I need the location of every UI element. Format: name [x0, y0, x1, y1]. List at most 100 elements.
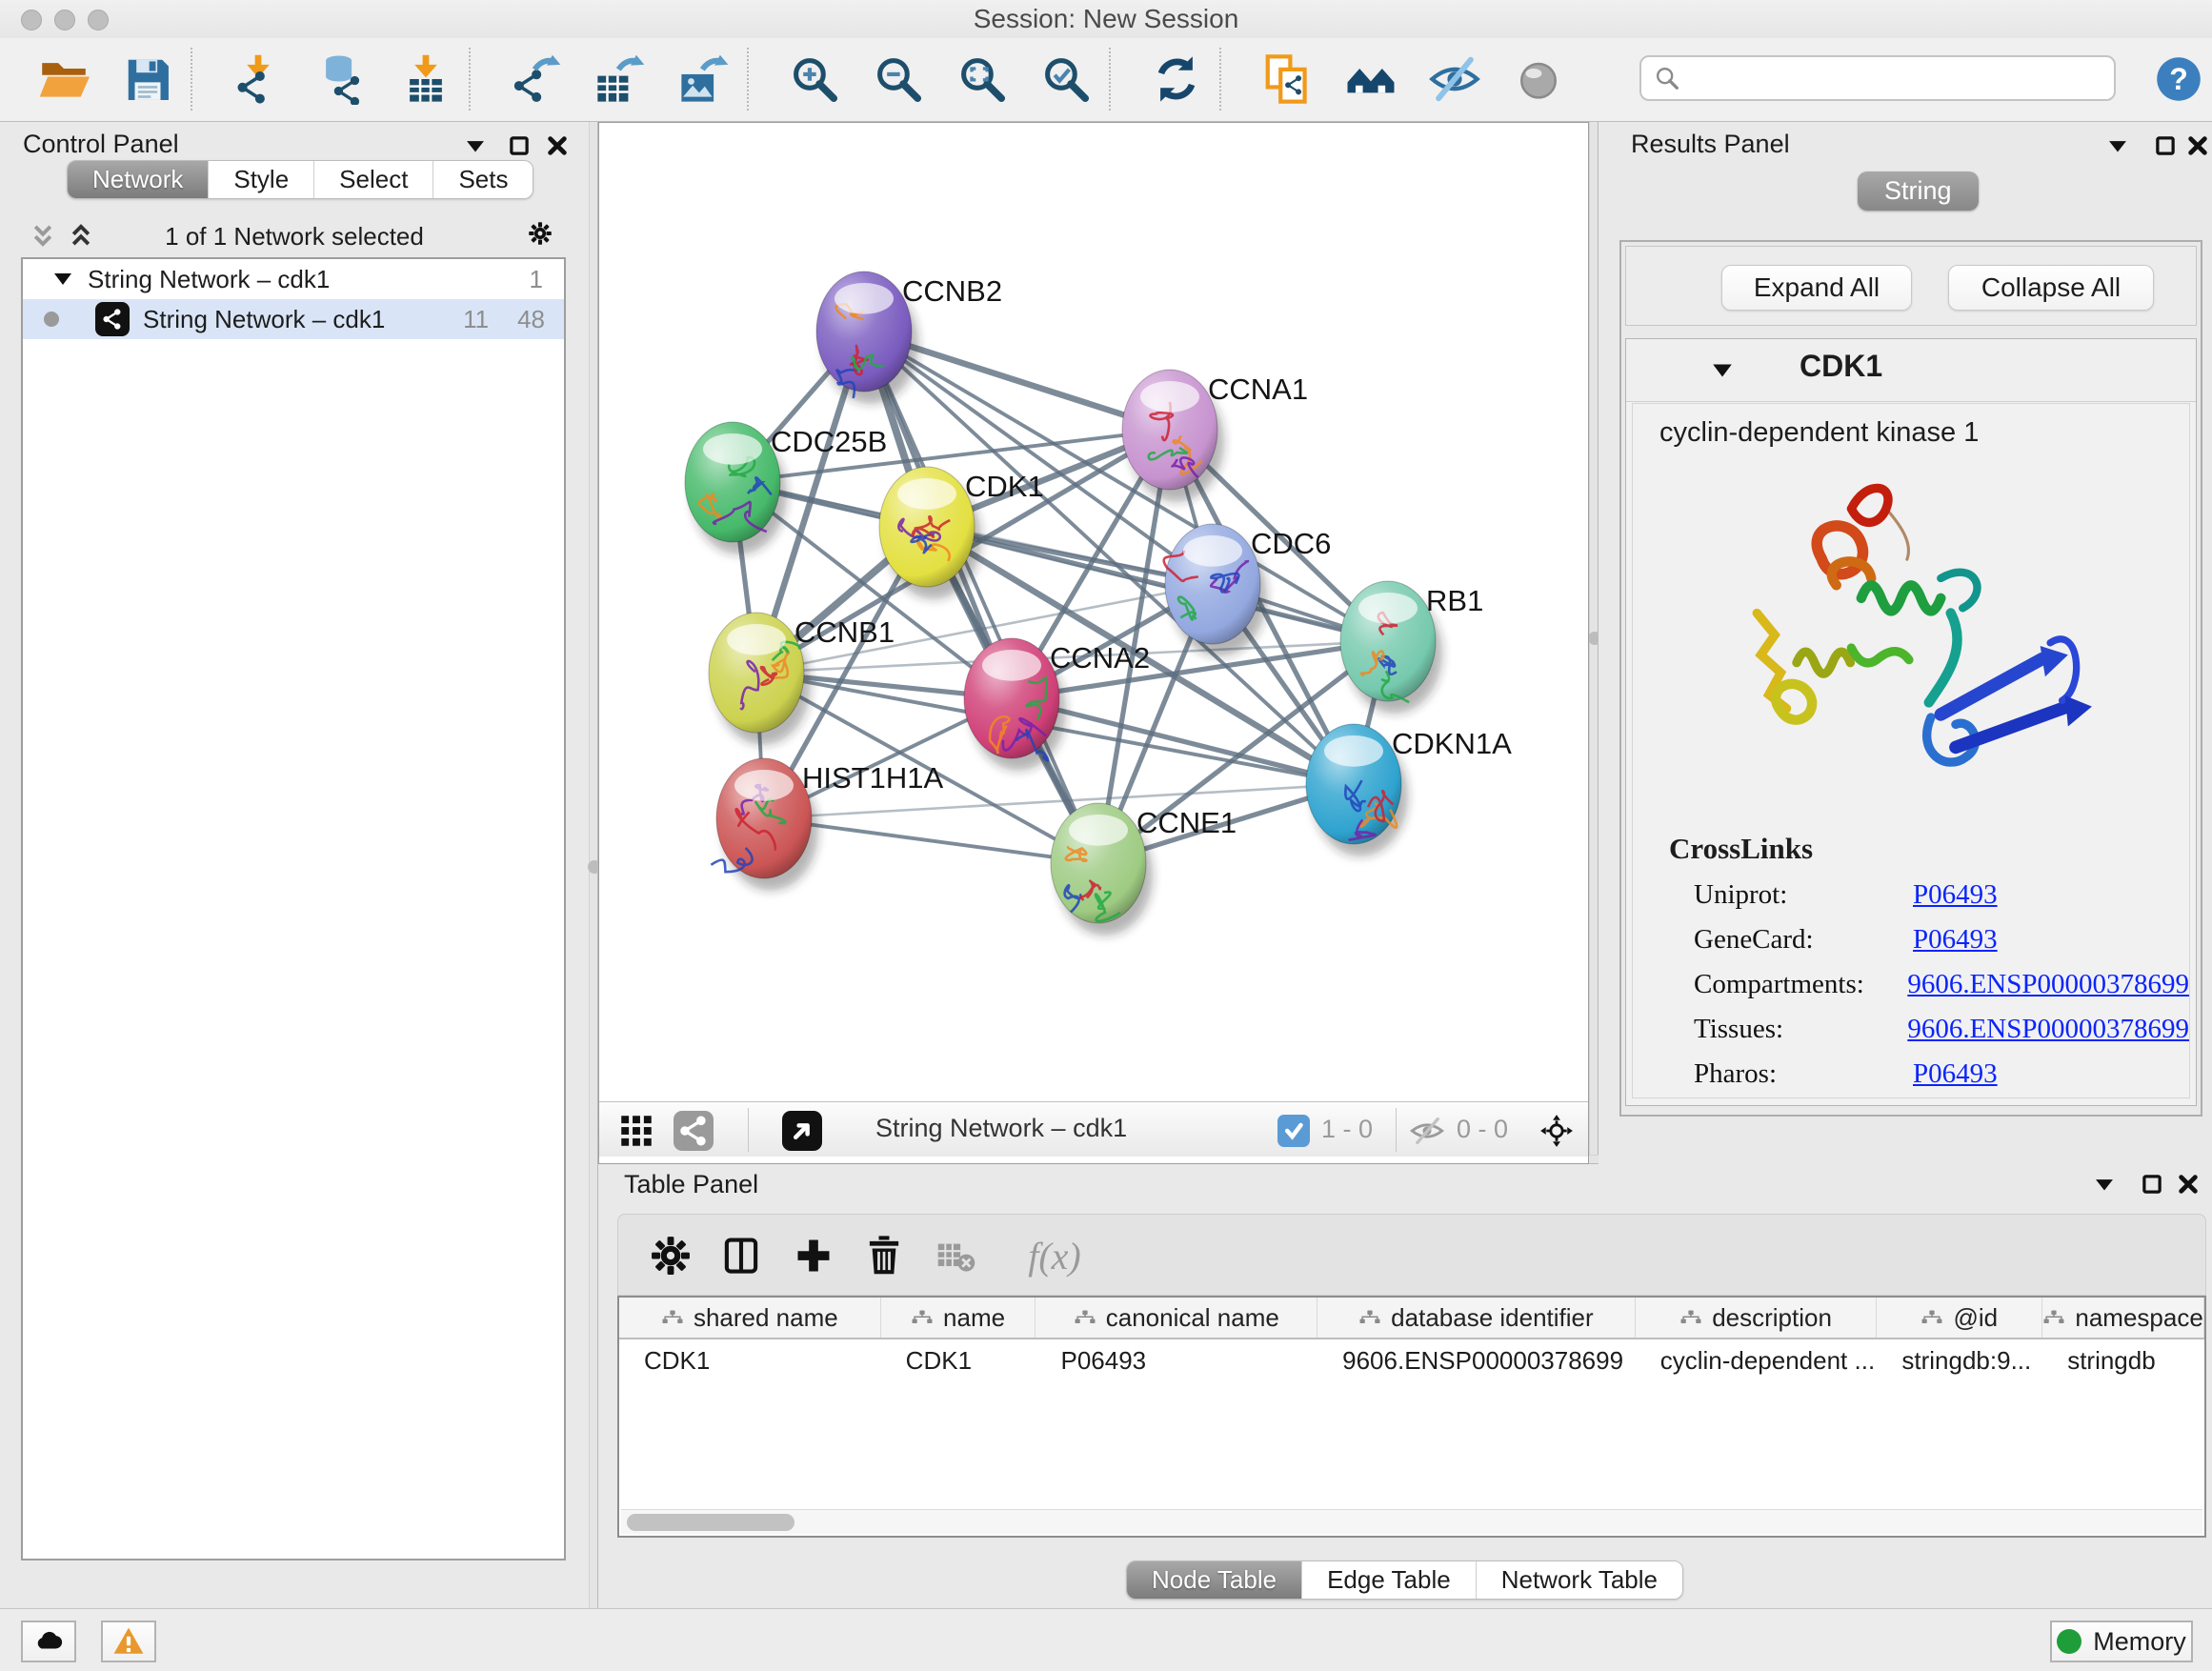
share-view-icon[interactable] — [674, 1111, 714, 1151]
crosslink-link[interactable]: P06493 — [1913, 879, 1998, 911]
network-collection-row[interactable]: String Network – cdk1 1 — [23, 259, 564, 299]
column-header-sharedname[interactable]: shared name — [619, 1298, 881, 1338]
node-label-CCNE1: CCNE1 — [1136, 806, 1237, 839]
export-table-icon[interactable] — [593, 51, 648, 107]
tab-string[interactable]: String — [1858, 171, 1979, 211]
search-input[interactable] — [1681, 59, 2114, 97]
first-neighbors-icon[interactable] — [1343, 51, 1398, 107]
fit-selected-crosshair-icon[interactable] — [1537, 1111, 1577, 1151]
delete-table-icon[interactable] — [933, 1232, 980, 1279]
collapse-table-icon[interactable] — [2088, 1168, 2121, 1200]
crosslink-row: Tissues:9606.ENSP00000378699 — [1694, 1014, 2189, 1045]
network-node-CCNB2[interactable]: CCNB2 — [816, 272, 1002, 404]
function-builder-icon[interactable]: f(x) — [1007, 1232, 1102, 1279]
crosslink-link[interactable]: P06493 — [1913, 924, 1998, 956]
help-icon[interactable]: ? — [2151, 51, 2206, 107]
network-options-gear-icon[interactable] — [524, 217, 556, 250]
crosslink-row: Pharos:P06493 — [1694, 1058, 2189, 1090]
export-image-icon[interactable] — [676, 51, 732, 107]
zoom-out-icon[interactable] — [871, 51, 926, 107]
expand-all-button[interactable]: Expand All — [1721, 265, 1912, 311]
float-results-icon[interactable] — [2149, 130, 2182, 162]
column-header-databaseidentifier[interactable]: database identifier — [1317, 1298, 1636, 1338]
network-node-CDC6[interactable]: CDC6 — [1164, 524, 1332, 656]
search-icon — [1653, 64, 1681, 92]
network-node-CCNE1[interactable]: CCNE1 — [1051, 803, 1237, 936]
show-all-icon[interactable] — [1511, 51, 1566, 107]
table-cell: CDK1 — [881, 1339, 1036, 1381]
delete-column-icon[interactable] — [860, 1232, 908, 1279]
network-row[interactable]: String Network – cdk1 11 48 — [23, 299, 564, 339]
tab-select[interactable]: Select — [314, 161, 433, 198]
new-network-from-selection-icon[interactable] — [1259, 51, 1315, 107]
column-header-id[interactable]: @id — [1877, 1298, 2042, 1338]
network-node-HIST1H1A[interactable]: HIST1H1A — [711, 758, 943, 891]
tab-node-table[interactable]: Node Table — [1127, 1561, 1302, 1599]
selected-nodes-checkbox[interactable] — [1277, 1115, 1310, 1147]
refresh-network-icon[interactable] — [1149, 51, 1204, 107]
table-options-gear-icon[interactable] — [647, 1232, 694, 1279]
crosslink-link[interactable]: P06493 — [1913, 1058, 1998, 1090]
warnings-button[interactable] — [101, 1621, 156, 1662]
entry-collapse-icon[interactable] — [1710, 358, 1735, 383]
column-header-name[interactable]: name — [881, 1298, 1036, 1338]
column-header-canonicalname[interactable]: canonical name — [1036, 1298, 1317, 1338]
import-network-file-icon[interactable] — [231, 51, 286, 107]
open-session-icon[interactable] — [36, 51, 91, 107]
column-header-label: database identifier — [1391, 1303, 1593, 1333]
hide-selected-icon[interactable] — [1427, 51, 1482, 107]
close-results-icon[interactable] — [2182, 130, 2212, 162]
birdseye-view-icon[interactable] — [782, 1111, 822, 1151]
crosslink-row: GeneCard:P06493 — [1694, 924, 2189, 956]
collection-expand-icon[interactable] — [51, 268, 74, 291]
network-view[interactable]: CCNB2CCNA1CDC25BCDK1CDC6RB1CCNB1CCNA2CDK… — [598, 122, 1589, 1164]
table-row[interactable]: CDK1CDK1P064939606.ENSP00000378699cyclin… — [619, 1339, 2204, 1381]
crosslink-link[interactable]: 9606.ENSP00000378699 — [1907, 969, 2189, 1000]
table-horizontal-scrollbar[interactable] — [621, 1509, 2202, 1534]
collapse-panel-icon[interactable] — [459, 130, 492, 162]
cloud-services-button[interactable] — [21, 1621, 76, 1662]
network-canvas[interactable]: CCNB2CCNA1CDC25BCDK1CDC6RB1CCNB1CCNA2CDK… — [599, 123, 1588, 1100]
entry-header[interactable]: CDK1 — [1626, 339, 2196, 402]
tab-network[interactable]: Network — [68, 161, 209, 198]
node-label-CCNA1: CCNA1 — [1208, 372, 1308, 406]
tab-network-table[interactable]: Network Table — [1477, 1561, 1682, 1599]
table-cell: stringdb — [2042, 1339, 2204, 1381]
close-panel-icon[interactable] — [541, 130, 573, 162]
tab-edge-table[interactable]: Edge Table — [1302, 1561, 1477, 1599]
show-columns-icon[interactable] — [717, 1232, 765, 1279]
column-header-namespace[interactable]: namespace — [2042, 1298, 2204, 1338]
table-cell: cyclin-dependent ... — [1636, 1339, 1878, 1381]
network-node-CCNB1[interactable]: CCNB1 — [709, 613, 895, 745]
zoom-in-icon[interactable] — [787, 51, 842, 107]
tab-style[interactable]: Style — [209, 161, 314, 198]
column-header-description[interactable]: description — [1636, 1298, 1878, 1338]
export-network-icon[interactable] — [509, 51, 564, 107]
right-splitter[interactable] — [1589, 122, 1599, 1164]
create-column-icon[interactable] — [790, 1232, 837, 1279]
network-node-RB1[interactable]: RB1 — [1340, 581, 1483, 714]
network-node-CDKN1A[interactable]: CDKN1A — [1306, 724, 1512, 856]
close-table-icon[interactable] — [2172, 1168, 2204, 1200]
network-node-CDC25B[interactable]: CDC25B — [685, 422, 887, 554]
zoom-selected-icon[interactable] — [1038, 51, 1094, 107]
hidden-eye-icon — [1407, 1111, 1447, 1151]
float-table-icon[interactable] — [2136, 1168, 2168, 1200]
network-node-CCNA1[interactable]: CCNA1 — [1122, 370, 1308, 502]
grid-view-icon[interactable] — [616, 1111, 656, 1151]
save-session-icon[interactable] — [120, 51, 175, 107]
warning-icon — [112, 1625, 145, 1658]
float-panel-icon[interactable] — [503, 130, 535, 162]
collapse-all-button[interactable]: Collapse All — [1948, 265, 2154, 311]
crosslink-link[interactable]: 9606.ENSP00000378699 — [1907, 1014, 2189, 1045]
tab-sets[interactable]: Sets — [433, 161, 533, 198]
left-splitter[interactable] — [589, 122, 598, 1608]
collapse-results-icon[interactable] — [2101, 130, 2134, 162]
import-network-database-icon[interactable] — [314, 51, 370, 107]
memory-button[interactable]: Memory — [2050, 1621, 2193, 1662]
scrollbar-thumb[interactable] — [627, 1514, 794, 1531]
import-table-file-icon[interactable] — [398, 51, 453, 107]
search-field[interactable] — [1639, 55, 2116, 101]
current-network-title: String Network – cdk1 — [875, 1114, 1127, 1143]
zoom-fit-content-icon[interactable] — [955, 51, 1010, 107]
